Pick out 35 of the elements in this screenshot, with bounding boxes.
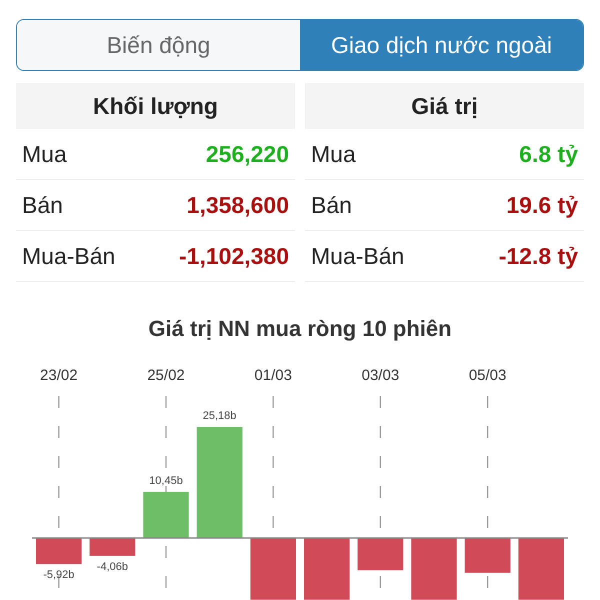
row-label: Bán bbox=[311, 192, 352, 218]
row-value: 1,358,600 bbox=[186, 192, 289, 218]
x-tick-label: 25/02 bbox=[147, 367, 185, 384]
row-label: Bán bbox=[22, 192, 63, 218]
row-label: Mua bbox=[22, 140, 67, 168]
bar-value-label: -5,92b bbox=[43, 569, 74, 582]
bar-value-label: -4,06b bbox=[96, 560, 128, 573]
row-value: 6.8 tỷ bbox=[519, 140, 578, 168]
table-header: Giá trị bbox=[305, 83, 584, 129]
table-header: Khối lượng bbox=[16, 83, 295, 129]
bar-value-label: 25,18b bbox=[202, 410, 236, 422]
segment-tab[interactable]: Giao dịch nước ngoài bbox=[300, 20, 583, 70]
bar bbox=[304, 538, 350, 600]
x-tick-label: 05/03 bbox=[468, 367, 506, 384]
row-value: -12.8 tỷ bbox=[498, 242, 578, 270]
row-label: Mua-Bán bbox=[311, 242, 404, 270]
bar bbox=[411, 538, 457, 600]
row-value: 256,220 bbox=[206, 140, 289, 168]
bar bbox=[358, 538, 404, 570]
chart-title: Giá trị NN mua ròng 10 phiên bbox=[147, 316, 453, 342]
row-value: -1,102,380 bbox=[179, 242, 289, 270]
bar bbox=[90, 538, 136, 556]
bar bbox=[250, 538, 296, 600]
segment-tab[interactable]: Biến động bbox=[17, 20, 300, 70]
x-tick-label: 03/03 bbox=[362, 367, 400, 384]
bar bbox=[464, 538, 510, 573]
row-label: Mua bbox=[311, 140, 356, 168]
row-label: Mua-Bán bbox=[22, 242, 116, 270]
row-value: 19.6 tỷ bbox=[506, 192, 578, 218]
bar bbox=[143, 492, 189, 538]
x-tick-label: 01/03 bbox=[254, 367, 292, 384]
bar bbox=[518, 538, 564, 600]
bar-value-label: 10,45b bbox=[149, 474, 183, 487]
bar bbox=[36, 538, 82, 564]
x-tick-label: 23/02 bbox=[40, 367, 78, 384]
